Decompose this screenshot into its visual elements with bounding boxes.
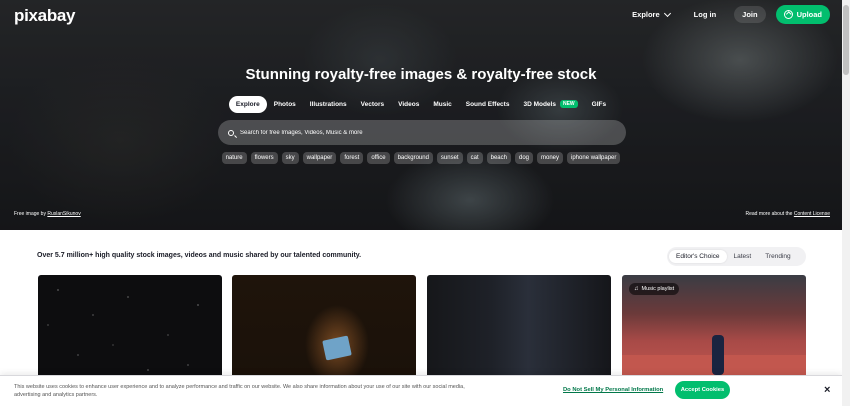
tab-music[interactable]: Music — [426, 96, 458, 113]
tag-chip[interactable]: sky — [281, 152, 299, 164]
sort-editors-choice[interactable]: Editor's Choice — [669, 250, 727, 263]
image-thumbnail[interactable] — [427, 275, 611, 385]
tag-chip[interactable]: office — [367, 152, 390, 164]
top-nav: Explore Log in Join Upload — [626, 5, 830, 24]
music-playlist-badge: ♫ Music playlist — [629, 283, 680, 295]
explore-label: Explore — [632, 10, 660, 19]
music-playlist-label: Music playlist — [641, 286, 675, 292]
tab-gifs[interactable]: GIFs — [585, 96, 613, 113]
license-prefix: Read more about the — [745, 211, 793, 217]
tag-chip[interactable]: cat — [466, 152, 483, 164]
tab-3d-models[interactable]: 3D Models NEW — [516, 95, 584, 113]
image-credit-prefix: Free image by — [14, 211, 46, 217]
page-scrollbar[interactable] — [842, 0, 850, 406]
join-button[interactable]: Join — [734, 6, 766, 23]
search-icon — [228, 129, 234, 136]
search-bar[interactable] — [218, 120, 626, 145]
hero-headline: Stunning royalty-free images & royalty-f… — [245, 66, 597, 83]
tab-photos[interactable]: Photos — [267, 96, 303, 113]
tag-chip[interactable]: background — [393, 152, 433, 164]
tag-chip[interactable]: beach — [486, 152, 511, 164]
tab-illustrations[interactable]: Illustrations — [303, 96, 354, 113]
tag-chip[interactable]: money — [537, 152, 564, 164]
close-icon[interactable]: × — [824, 384, 830, 396]
pixabay-logo[interactable]: pixabay — [14, 6, 76, 26]
intro-text: Over 5.7 million+ high quality stock ima… — [37, 252, 362, 259]
sort-latest[interactable]: Latest — [727, 250, 759, 263]
upload-label: Upload — [796, 10, 822, 19]
tag-chip[interactable]: sunset — [436, 152, 463, 164]
new-badge: NEW — [559, 100, 578, 108]
chevron-down-icon — [663, 9, 671, 17]
tab-sound-effects[interactable]: Sound Effects — [459, 96, 517, 113]
music-note-icon: ♫ — [634, 286, 639, 292]
image-thumbnail[interactable] — [38, 275, 222, 385]
do-not-sell-link[interactable]: Do Not Sell My Personal Information — [563, 387, 663, 393]
image-author-link[interactable]: RuslanSikunov — [47, 211, 80, 217]
cookie-banner: This website uses cookies to enhance use… — [0, 375, 842, 406]
sort-toggle: Editor's Choice Latest Trending — [667, 247, 806, 266]
tab-3d-models-label: 3D Models — [523, 100, 556, 108]
tab-explore[interactable]: Explore — [228, 95, 267, 113]
image-credit: Free image by RuslanSikunov — [14, 211, 81, 217]
hero-banner: pixabay Explore Log in Join Upload Stunn… — [0, 0, 842, 230]
explore-menu-button[interactable]: Explore — [626, 6, 676, 23]
content-license-link[interactable]: Content License — [794, 211, 830, 217]
tag-chip[interactable]: dog — [514, 152, 533, 164]
suggested-tags: nature flowers sky wallpaper forest offi… — [0, 152, 842, 164]
tab-videos[interactable]: Videos — [391, 96, 426, 113]
tag-chip[interactable]: flowers — [250, 152, 278, 164]
login-link[interactable]: Log in — [686, 6, 725, 23]
accept-cookies-button[interactable]: Accept Cookies — [675, 381, 730, 399]
tag-chip[interactable]: forest — [340, 152, 364, 164]
tag-chip[interactable]: wallpaper — [302, 152, 337, 164]
tag-chip[interactable]: nature — [221, 152, 247, 164]
music-playlist-thumbnail[interactable]: ♫ Music playlist — [622, 275, 806, 385]
upload-icon — [783, 10, 793, 19]
scrollbar-thumb[interactable] — [843, 5, 849, 75]
tag-chip[interactable]: iphone wallpaper — [567, 152, 621, 164]
sort-trending[interactable]: Trending — [758, 250, 797, 263]
image-thumbnail[interactable] — [232, 275, 416, 385]
upload-button[interactable]: Upload — [775, 5, 830, 24]
thumbnail-detail — [712, 335, 724, 375]
license-note: Read more about the Content License — [745, 211, 830, 217]
search-input[interactable] — [240, 129, 610, 136]
thumbnail-detail — [322, 335, 352, 361]
media-type-tabs: Explore Photos Illustrations Vectors Vid… — [0, 95, 842, 113]
cookie-message: This website uses cookies to enhance use… — [14, 384, 465, 398]
tab-vectors[interactable]: Vectors — [354, 96, 392, 113]
